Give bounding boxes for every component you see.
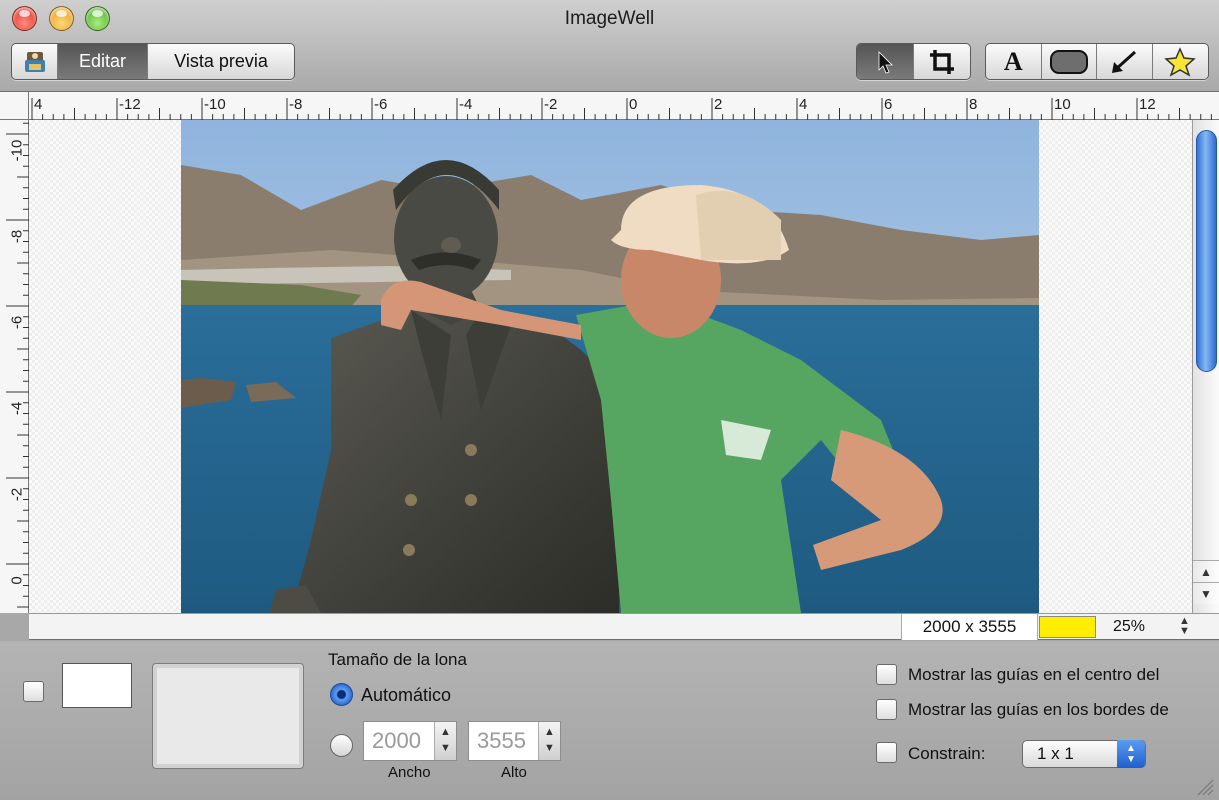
vertical-scrollbar[interactable]: ▲ ▼	[1192, 120, 1219, 613]
horizontal-ruler: 4 -12 -10 -8 -6 -4 -2 0 2 4 6 8 10 12	[0, 92, 1219, 120]
ruler-label: -12	[119, 96, 141, 113]
text-tool-icon: A	[1003, 46, 1023, 76]
zoom-stepper[interactable]: ▲ ▼	[1179, 616, 1190, 637]
auto-size-radio[interactable]	[330, 683, 353, 706]
ruler-label: 10	[1054, 96, 1071, 113]
ruler-label: -4	[459, 96, 473, 113]
resize-grip-icon[interactable]	[1194, 776, 1214, 796]
stamp-tool-button[interactable]	[1153, 44, 1209, 79]
app-icon	[24, 51, 45, 72]
zoom-level: 25%	[1113, 618, 1146, 635]
arrow-tool-button[interactable]	[1097, 44, 1153, 79]
ruler-label: 2	[714, 96, 723, 113]
height-value: 3555	[477, 728, 526, 753]
window-title: ImageWell	[564, 8, 655, 29]
app-tool-button[interactable]	[12, 44, 58, 79]
status-bar: 2000 x 3555 25% ▲ ▼	[29, 613, 1219, 640]
tab-vista-previa[interactable]: Vista previa	[148, 44, 294, 79]
ruler-label: -6	[374, 96, 388, 113]
ruler-label: -8	[8, 229, 26, 244]
ruler-label: -2	[8, 487, 26, 502]
vertical-ruler-ticks	[6, 122, 29, 608]
fill-color-swatch[interactable]	[1039, 616, 1096, 638]
guide-edges-label: Mostrar las guías en los bordes de	[908, 700, 1169, 719]
scroll-up-button[interactable]: ▲	[1193, 560, 1219, 582]
image-size-readout: 2000 x 3555	[901, 614, 1038, 640]
width-value: 2000	[372, 728, 421, 753]
chevron-down-icon: ▼	[1200, 586, 1212, 601]
select-arrows-icon: ▲ ▼	[1117, 740, 1145, 768]
crop-icon	[929, 49, 954, 74]
ruler-label: 4	[34, 96, 43, 113]
background-color-checkbox[interactable]	[23, 681, 44, 702]
ruler-label: -4	[8, 401, 26, 416]
guide-edges-checkbox[interactable]	[876, 699, 897, 720]
chevron-up-icon: ▲	[1200, 564, 1212, 579]
pointer-icon	[878, 50, 893, 73]
text-tool-button[interactable]: A	[986, 44, 1042, 79]
width-caption: Ancho	[388, 764, 431, 781]
guide-center-label: Mostrar las guías en el centro del	[908, 665, 1160, 684]
background-color-well[interactable]	[62, 663, 132, 708]
constrain-value: 1 x 1	[1037, 744, 1074, 763]
ruler-label: 0	[8, 576, 26, 585]
vertical-ruler: -10 -8 -6 -4 -2 0	[0, 120, 29, 613]
ruler-label: 0	[629, 96, 638, 113]
constrain-select[interactable]: 1 x 1 ▲ ▼	[1022, 740, 1146, 768]
constrain-checkbox[interactable]	[876, 742, 897, 763]
tab-editar[interactable]: Editar	[58, 44, 148, 79]
ruler-label: -8	[289, 96, 303, 113]
image-canvas[interactable]	[29, 120, 1192, 613]
scrollbar-thumb[interactable]	[1196, 130, 1217, 372]
ruler-label: -6	[8, 315, 26, 330]
height-caption: Alto	[501, 764, 527, 781]
arrow-draw-icon	[1112, 50, 1137, 73]
height-stepper[interactable]: ▲ ▼	[538, 722, 560, 760]
custom-size-radio[interactable]	[330, 734, 353, 757]
ruler-label: -2	[544, 96, 558, 113]
constrain-label: Constrain:	[908, 744, 986, 763]
ruler-corner	[0, 92, 29, 120]
canvas-size-title: Tamaño de la lona	[328, 650, 467, 669]
canvas-options-panel: Tamaño de la lona Automático 2000 ▲ ▼ 355…	[0, 641, 1219, 800]
scroll-down-button[interactable]: ▼	[1193, 582, 1219, 604]
ruler-label: 8	[969, 96, 978, 113]
guide-center-checkbox[interactable]	[876, 664, 897, 685]
ruler-label: -10	[204, 96, 226, 113]
pointer-tool-button[interactable]	[857, 44, 914, 79]
auto-size-label: Automático	[361, 685, 452, 705]
selection-tools-control	[856, 43, 971, 80]
height-field[interactable]: 3555 ▲ ▼	[468, 721, 561, 761]
width-field[interactable]: 2000 ▲ ▼	[363, 721, 457, 761]
ruler-label: 12	[1139, 96, 1156, 113]
width-stepper[interactable]: ▲ ▼	[434, 722, 456, 760]
crop-tool-button[interactable]	[914, 44, 971, 79]
ruler-label: 6	[884, 96, 893, 113]
photo-image[interactable]	[181, 120, 1039, 613]
drawing-tools-control: A	[985, 43, 1209, 80]
horizontal-ruler-ticks	[0, 98, 1212, 120]
star-icon	[1164, 46, 1197, 77]
window-titlebar: ImageWell Editar Vista previa A	[0, 0, 1219, 92]
ruler-label: 4	[799, 96, 808, 113]
shape-tool-button[interactable]	[1042, 44, 1097, 79]
rounded-rect-icon	[1049, 49, 1088, 74]
mode-segmented-control: Editar Vista previa	[11, 43, 295, 80]
image-preview-well[interactable]	[152, 663, 304, 769]
ruler-label: -10	[8, 139, 26, 162]
